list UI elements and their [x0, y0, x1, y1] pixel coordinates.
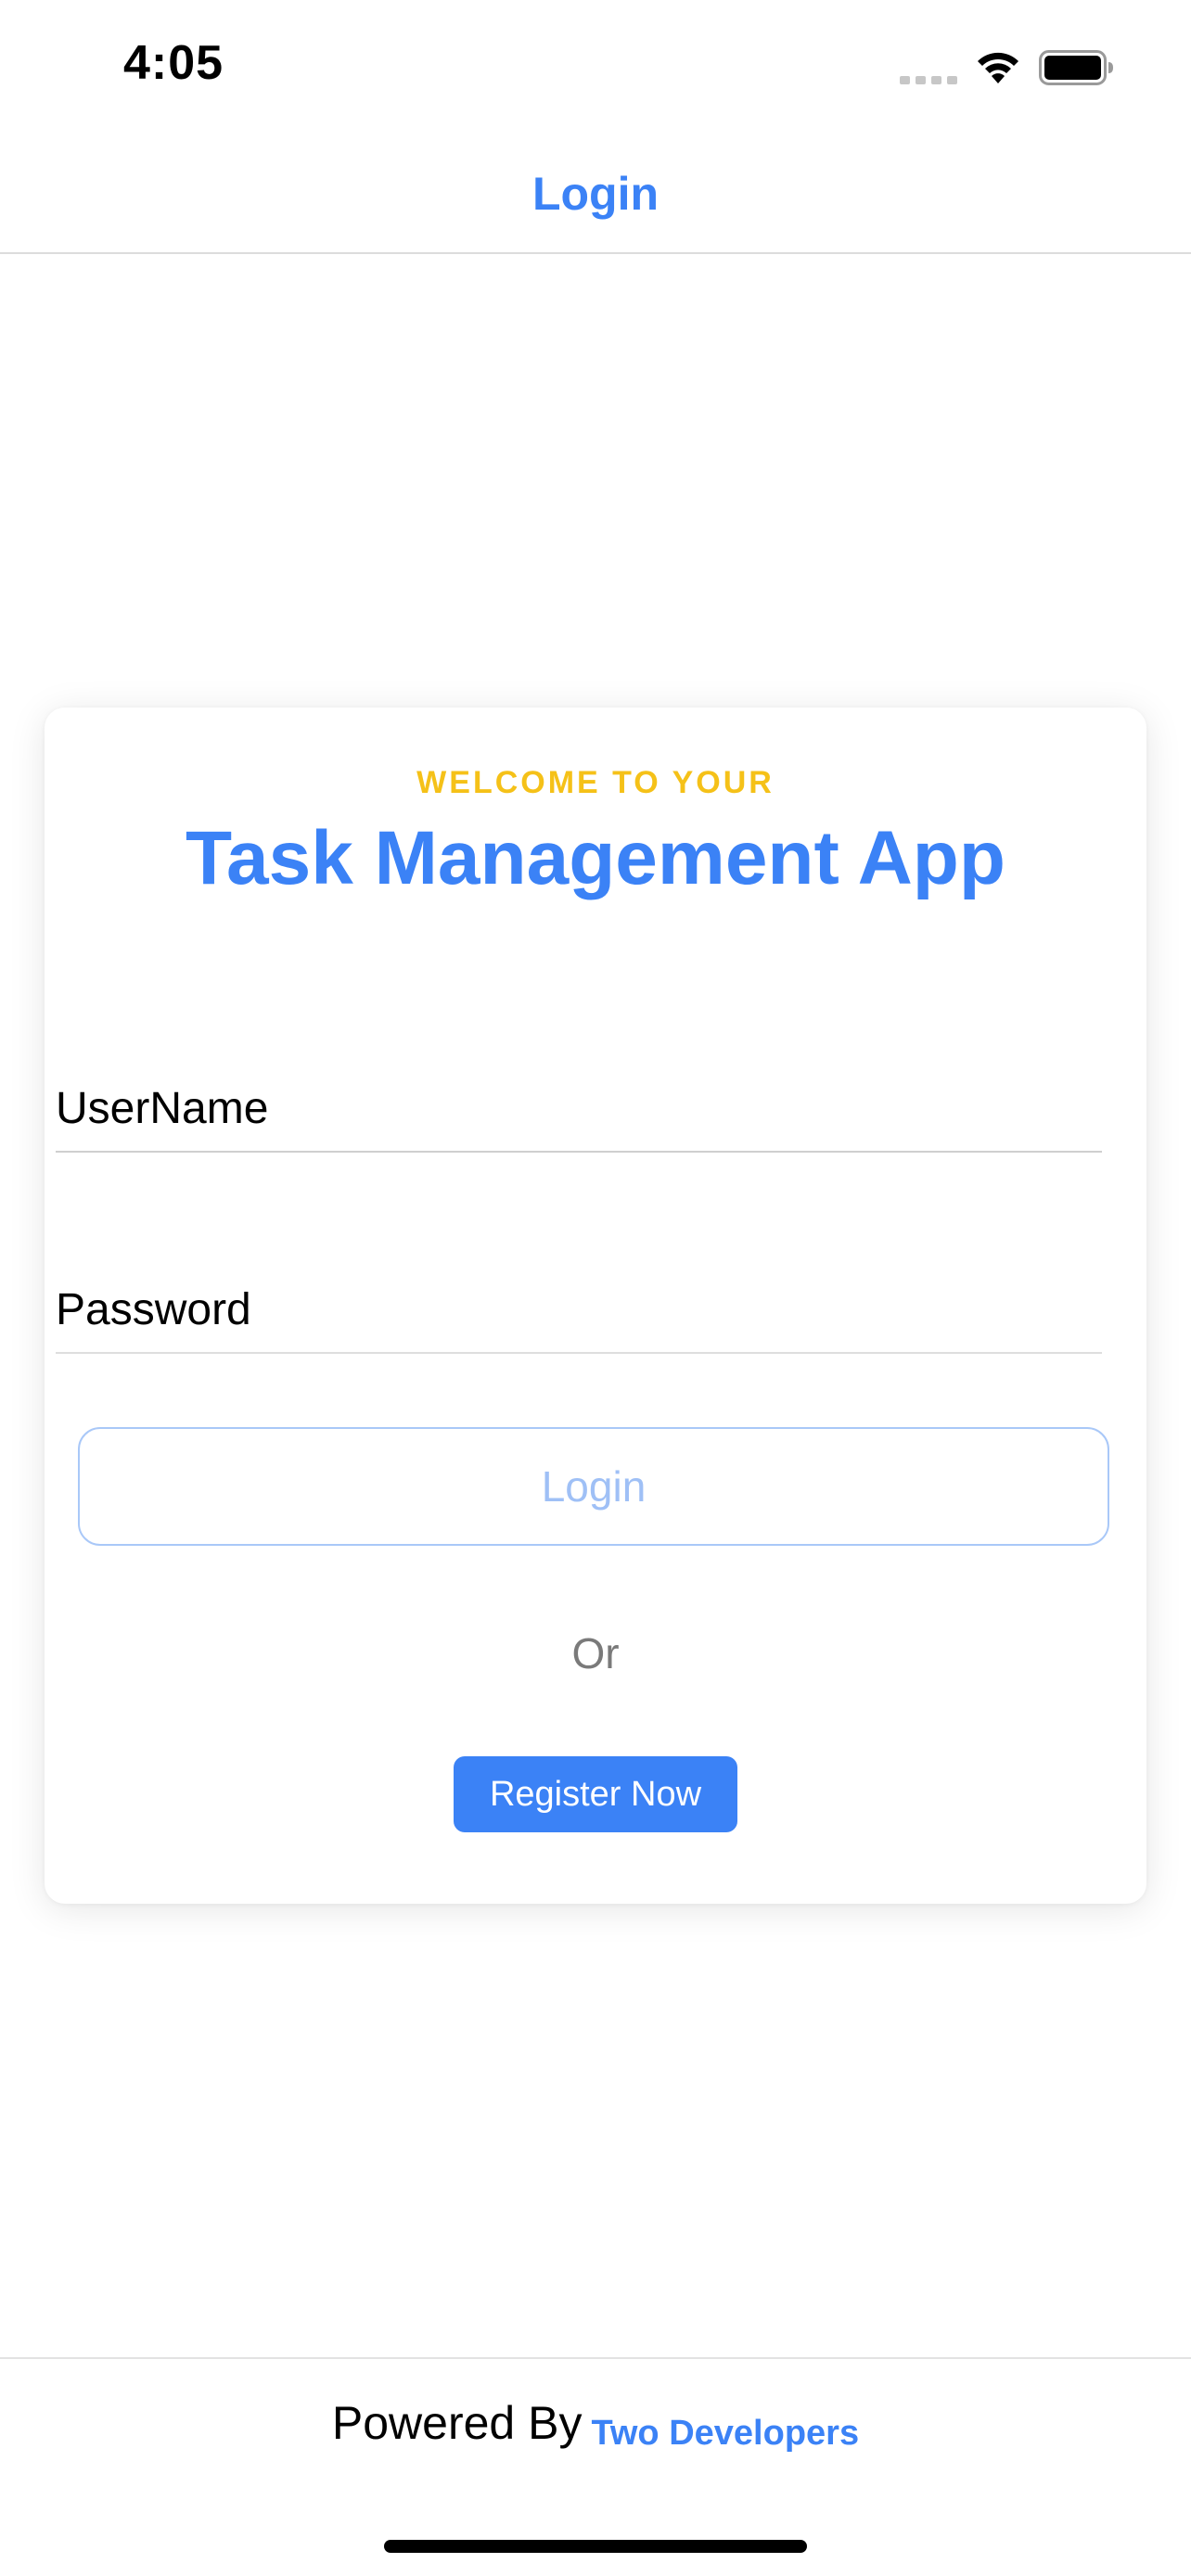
- or-separator: Or: [571, 1629, 620, 1677]
- navigation-bar: Login: [0, 130, 1191, 254]
- brand-link[interactable]: Two Developers: [591, 2414, 859, 2453]
- cellular-signal-icon: [900, 76, 957, 84]
- status-time: 4:05: [123, 36, 224, 90]
- status-bar: 4:05: [0, 0, 1191, 130]
- powered-by-label: Powered By: [331, 2397, 583, 2449]
- app-title: Task Management App: [186, 816, 1005, 900]
- battery-icon: [1039, 50, 1113, 85]
- username-field[interactable]: [56, 1039, 1102, 1153]
- wifi-icon: [978, 52, 1018, 83]
- login-button[interactable]: Login: [78, 1427, 1109, 1546]
- nav-title: Login: [531, 168, 660, 220]
- login-screen: 4:05 Login WELCOME TO YOUR Task Manageme…: [0, 0, 1191, 2576]
- password-field[interactable]: [56, 1241, 1102, 1354]
- password-input[interactable]: [56, 1284, 1102, 1335]
- powered-by: Powered By Two Developers: [0, 2396, 1191, 2454]
- welcome-label: WELCOME TO YOUR: [416, 765, 775, 800]
- home-indicator[interactable]: [384, 2540, 807, 2553]
- register-now-button[interactable]: Register Now: [454, 1756, 737, 1832]
- username-input[interactable]: [56, 1083, 1102, 1134]
